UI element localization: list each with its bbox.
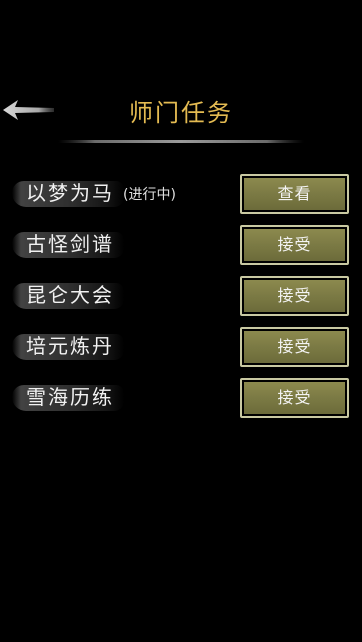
task-row: 培元炼丹 接受 (0, 327, 362, 367)
accept-task-button-label: 接受 (244, 331, 345, 363)
task-name: 古怪剑谱 (26, 232, 114, 256)
view-task-button-label: 查看 (244, 178, 345, 210)
task-name: 昆仑大会 (26, 283, 114, 307)
accept-task-button-label: 接受 (244, 229, 345, 261)
accept-task-button[interactable]: 接受 (240, 225, 349, 265)
task-status: (进行中) (123, 187, 176, 203)
accept-task-button-label: 接受 (244, 280, 345, 312)
task-row: 雪海历练 接受 (0, 378, 362, 418)
task-name: 以梦为马 (26, 181, 114, 205)
task-name: 培元炼丹 (26, 334, 114, 358)
task-row: 昆仑大会 接受 (0, 276, 362, 316)
task-list: 以梦为马 (进行中) 查看 古怪剑谱 接受 昆仑大会 接受 培元炼丹 接受 雪海… (0, 0, 362, 642)
accept-task-button[interactable]: 接受 (240, 276, 349, 316)
task-row: 以梦为马 (进行中) 查看 (0, 174, 362, 214)
accept-task-button-label: 接受 (244, 382, 345, 414)
view-task-button[interactable]: 查看 (240, 174, 349, 214)
accept-task-button[interactable]: 接受 (240, 327, 349, 367)
task-name: 雪海历练 (26, 385, 114, 409)
task-row: 古怪剑谱 接受 (0, 225, 362, 265)
accept-task-button[interactable]: 接受 (240, 378, 349, 418)
